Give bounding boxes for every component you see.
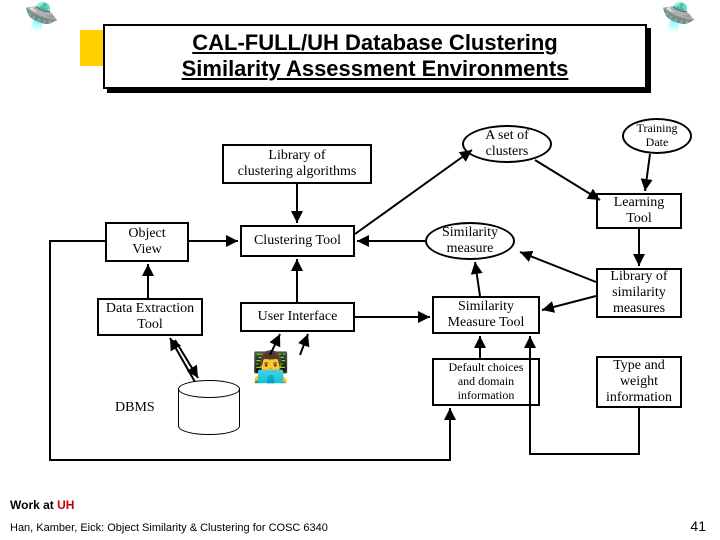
footer-credit: Han, Kamber, Eick: Object Similarity & C… [10, 522, 328, 534]
box-type-weight-info: Type andweightinformation [596, 356, 682, 408]
box-library-sim-measures: Library ofsimilaritymeasures [596, 268, 682, 318]
box-library-clustering-algorithms: Library ofclustering algorithms [222, 144, 372, 184]
box-learning-tool: LearningTool [596, 193, 682, 229]
box-similarity-measure-tool: SimilarityMeasure Tool [432, 296, 540, 334]
ship-icon: 🛸 [24, 0, 59, 33]
box-object-view: ObjectView [105, 222, 189, 262]
page-number: 41 [690, 518, 706, 534]
footer-affiliation: Work at UH [10, 498, 74, 512]
box-set-of-clusters: A set ofclusters [462, 125, 552, 163]
box-user-interface: User Interface [240, 302, 355, 332]
dbms-label: DBMS [115, 400, 155, 416]
box-data-extraction-tool: Data ExtractionTool [97, 298, 203, 336]
box-training-date: TrainingDate [622, 118, 692, 154]
slide-title: CAL-FULL/UH Database Clustering Similari… [103, 24, 647, 89]
box-default-choices: Default choicesand domaininformation [432, 358, 540, 406]
title-line1: CAL-FULL/UH Database Clustering [111, 30, 639, 56]
title-line2: Similarity Assessment Environments [111, 56, 639, 82]
box-similarity-measure: Similaritymeasure [425, 222, 515, 260]
dbms-cylinder [178, 380, 240, 434]
ship-icon: 🛸 [661, 0, 696, 33]
box-clustering-tool: Clustering Tool [240, 225, 355, 257]
user-icon: 👨‍💻 [252, 350, 289, 385]
